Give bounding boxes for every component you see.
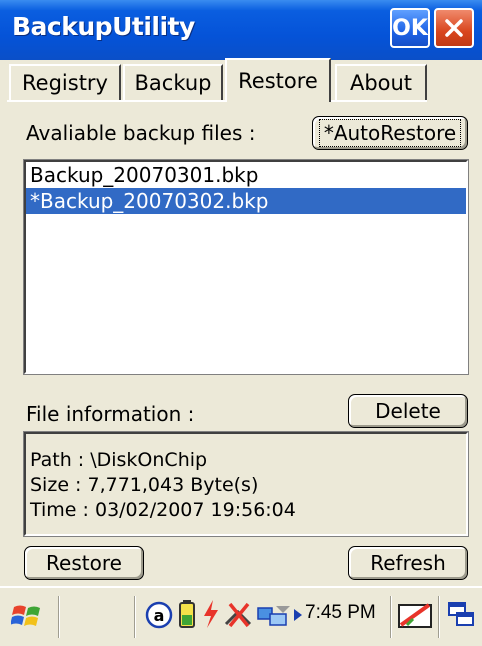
tray-connectivity[interactable] [222,600,256,630]
input-panel-button[interactable] [396,598,434,632]
window-switcher-button[interactable] [444,598,478,632]
backup-files-list[interactable]: Backup_20070301.bkp *Backup_20070302.bkp [23,159,469,375]
tab-restore[interactable]: Restore [225,58,331,102]
tray-network[interactable] [256,600,292,630]
autorestore-label: *AutoRestore [318,119,462,147]
tab-registry[interactable]: Registry [9,64,121,100]
file-information-label: File information : [26,402,195,426]
taskbar-separator [390,596,392,638]
list-item[interactable]: Backup_20070301.bkp [26,162,466,188]
keyboard-pen-icon [398,603,432,628]
close-button[interactable] [434,8,474,48]
tray-lightning[interactable] [200,598,222,630]
file-information-box: Path : \DiskOnChip Size : 7,771,043 Byte… [23,431,469,537]
autorestore-button[interactable]: *AutoRestore [312,116,468,150]
list-item-selected[interactable]: *Backup_20070302.bkp [26,188,466,214]
tab-backup[interactable]: Backup [123,64,223,100]
connectivity-icon [224,602,252,628]
at-sign-icon: a [145,601,173,629]
taskbar-separator [134,596,136,638]
start-button[interactable] [8,596,48,636]
network-icon [257,606,290,626]
window-title: BackupUtility [12,12,195,41]
tab-strip-line [7,100,427,102]
file-path: Path : \DiskOnChip [30,449,208,471]
tray-arrow[interactable] [292,606,304,624]
windows-flag-icon [11,605,40,626]
taskbar-separator [58,596,60,638]
svg-text:a: a [154,606,165,625]
battery-icon [179,600,195,628]
lightning-icon [204,600,218,628]
available-files-label: Avaliable backup files : [26,121,256,145]
tray-battery[interactable] [176,598,198,630]
restore-button[interactable]: Restore [24,546,144,580]
tray-at-sign[interactable]: a [144,600,174,630]
file-size: Size : 7,771,043 Byte(s) [30,474,259,496]
clock[interactable]: 7:45 PM [305,602,376,624]
title-bar: BackupUtility OK [0,0,482,60]
taskbar-separator [438,596,440,638]
arrow-icon [294,609,302,621]
delete-button[interactable]: Delete [348,394,468,428]
windows-stack-icon [448,602,474,626]
ok-button[interactable]: OK [390,8,430,48]
file-time: Time : 03/02/2007 19:56:04 [30,499,296,521]
refresh-button[interactable]: Refresh [348,546,468,580]
tab-about[interactable]: About [335,64,427,100]
close-icon [445,19,463,37]
